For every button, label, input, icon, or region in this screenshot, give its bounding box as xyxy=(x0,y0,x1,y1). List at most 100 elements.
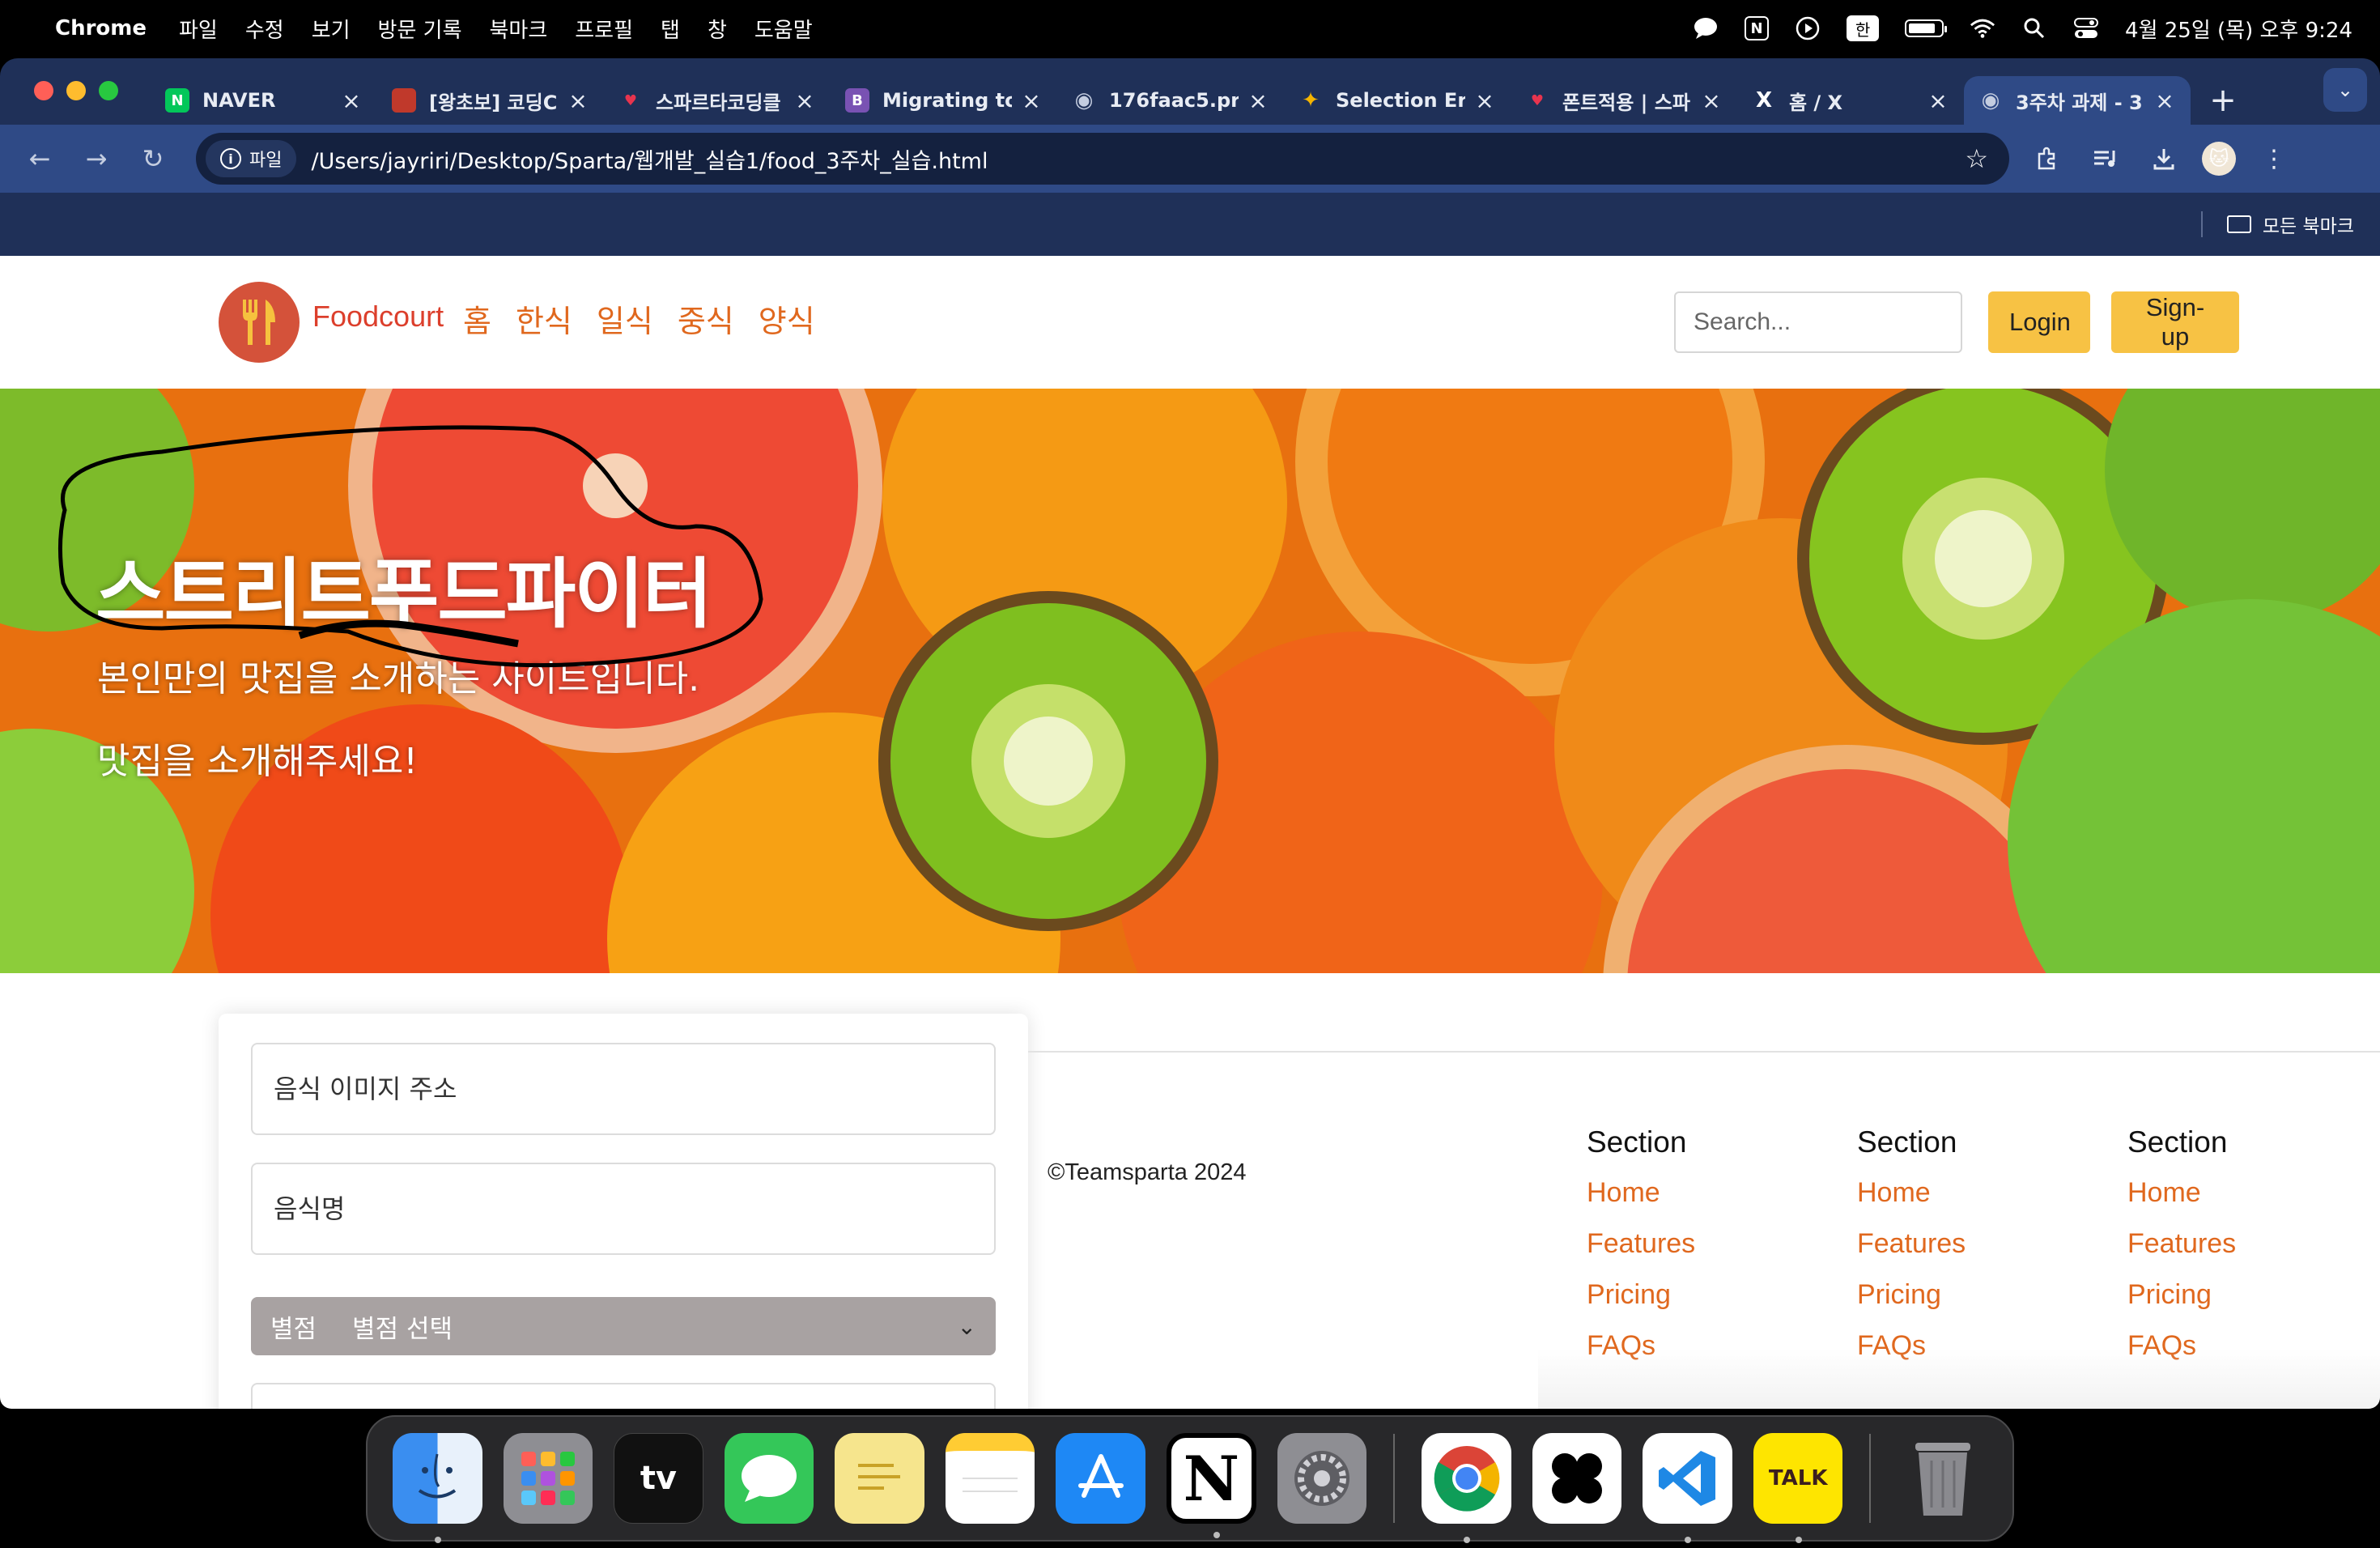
tab-title: Selection Er xyxy=(1336,89,1465,112)
signup-button[interactable]: Sign-up xyxy=(2111,291,2239,353)
tab-x-home[interactable]: X 홈 / X × xyxy=(1737,76,1964,125)
kebab-menu-icon[interactable]: ⋮ xyxy=(2254,138,2294,179)
comment-input[interactable] xyxy=(251,1383,996,1409)
tab-176faac5[interactable]: ◉ 176faac5.pr × xyxy=(1057,76,1284,125)
notion-status-icon[interactable]: N xyxy=(1745,16,1770,40)
zoom-window-button[interactable] xyxy=(99,81,118,100)
nav-korean[interactable]: 한식 xyxy=(516,296,572,341)
forward-arrow-icon[interactable]: → xyxy=(76,138,117,179)
chat-bubble-icon[interactable] xyxy=(1693,15,1719,41)
footer-link-features[interactable]: Features xyxy=(2127,1228,2236,1260)
vscode-icon[interactable] xyxy=(1643,1433,1732,1543)
site-info-chip[interactable]: i 파일 xyxy=(206,140,297,177)
control-center-icon[interactable] xyxy=(2073,15,2099,41)
fork-knife-logo-icon[interactable] xyxy=(219,282,300,363)
tab-font[interactable]: ♥ 폰트적용 | 스파 × xyxy=(1511,76,1737,125)
menu-view[interactable]: 보기 xyxy=(312,14,351,44)
footer-link-features[interactable]: Features xyxy=(1587,1228,1695,1260)
close-tab-icon[interactable]: × xyxy=(1700,87,1723,114)
finder-icon[interactable] xyxy=(393,1433,482,1543)
play-circle-icon[interactable] xyxy=(1795,15,1821,41)
naver-favicon-icon: N xyxy=(165,88,189,113)
all-bookmarks-button[interactable]: 모든 북마크 xyxy=(2263,211,2354,238)
new-tab-plus-icon[interactable]: + xyxy=(2199,76,2247,125)
minimize-window-button[interactable] xyxy=(66,81,86,100)
close-tab-icon[interactable]: × xyxy=(1247,87,1269,114)
tab-naver[interactable]: N NAVER × xyxy=(151,76,377,125)
back-arrow-icon[interactable]: ← xyxy=(19,138,60,179)
download-icon[interactable] xyxy=(2144,138,2184,179)
nav-home[interactable]: 홈 xyxy=(463,296,491,341)
window-controls xyxy=(34,81,118,100)
footer-link-home[interactable]: Home xyxy=(1857,1177,1966,1209)
footer-link-pricing[interactable]: Pricing xyxy=(1857,1279,1966,1311)
notes-icon[interactable] xyxy=(945,1433,1035,1524)
close-tab-icon[interactable]: × xyxy=(1020,87,1043,114)
menu-window[interactable]: 창 xyxy=(708,14,727,44)
wifi-icon[interactable] xyxy=(1970,15,1995,41)
food-image-url-input[interactable] xyxy=(251,1043,996,1135)
footer-link-pricing[interactable]: Pricing xyxy=(2127,1279,2236,1311)
reload-icon[interactable]: ↻ xyxy=(133,138,173,179)
chrome-icon[interactable] xyxy=(1422,1433,1511,1543)
menubar-datetime[interactable]: 4월 25일 (목) 오후 9:24 xyxy=(2125,14,2352,44)
menu-tab[interactable]: 탭 xyxy=(661,14,680,44)
close-tab-icon[interactable]: × xyxy=(793,87,816,114)
close-window-button[interactable] xyxy=(34,81,53,100)
system-settings-icon[interactable] xyxy=(1277,1433,1367,1524)
tab-title: Migrating to xyxy=(882,89,1012,112)
messages-icon[interactable] xyxy=(724,1433,814,1524)
reading-list-icon[interactable] xyxy=(2085,138,2126,179)
nav-japanese[interactable]: 일식 xyxy=(597,296,653,341)
profile-avatar-icon[interactable]: 🐱 xyxy=(2202,142,2236,176)
food-name-input[interactable] xyxy=(251,1163,996,1255)
close-tab-icon[interactable]: × xyxy=(340,87,363,114)
close-tab-icon[interactable]: × xyxy=(1927,87,1949,114)
menu-help[interactable]: 도움말 xyxy=(754,14,813,44)
menu-bookmarks[interactable]: 북마크 xyxy=(490,14,548,44)
login-button[interactable]: Login xyxy=(1988,291,2090,353)
menu-file[interactable]: 파일 xyxy=(179,14,218,44)
menu-profiles[interactable]: 프로필 xyxy=(575,14,633,44)
tab-coding-book[interactable]: [왕초보] 코딩C × xyxy=(377,76,604,125)
input-source-icon[interactable]: 한 xyxy=(1847,15,1880,41)
trash-icon[interactable] xyxy=(1898,1433,1987,1524)
kakaotalk-icon[interactable]: TALK xyxy=(1753,1433,1843,1543)
close-tab-icon[interactable]: × xyxy=(567,87,589,114)
launchpad-icon[interactable] xyxy=(503,1433,593,1524)
nav-chinese[interactable]: 중식 xyxy=(678,296,734,341)
footer-section-title: Section xyxy=(2127,1125,2228,1159)
notion-icon[interactable]: N xyxy=(1166,1433,1256,1538)
spotlight-search-icon[interactable] xyxy=(2021,15,2047,41)
battery-icon[interactable] xyxy=(1905,19,1948,37)
footer-link-home[interactable]: Home xyxy=(2127,1177,2236,1209)
tab-bootstrap[interactable]: B Migrating to × xyxy=(831,76,1057,125)
menu-app-name[interactable]: Chrome xyxy=(55,16,147,40)
footer-link-home[interactable]: Home xyxy=(1587,1177,1695,1209)
kakaotalk-label: TALK xyxy=(1768,1466,1828,1491)
app-store-icon[interactable] xyxy=(1056,1433,1145,1524)
extensions-puzzle-icon[interactable] xyxy=(2027,138,2068,179)
tab-selection[interactable]: ✦ Selection Er × xyxy=(1284,76,1511,125)
tab-spartacoding[interactable]: ♥ 스파르타코딩클 × xyxy=(604,76,831,125)
capcut-icon[interactable] xyxy=(1532,1433,1622,1524)
search-input[interactable] xyxy=(1674,291,1962,353)
close-tab-icon[interactable]: × xyxy=(1473,87,1496,114)
url-text[interactable]: /Users/jayriri/Desktop/Sparta/웹개발_실습1/fo… xyxy=(311,143,1965,175)
menu-history[interactable]: 방문 기록 xyxy=(378,14,462,44)
address-bar[interactable]: i 파일 /Users/jayriri/Desktop/Sparta/웹개발_실… xyxy=(196,133,2009,185)
footer-link-features[interactable]: Features xyxy=(1857,1228,1966,1260)
menu-edit[interactable]: 수정 xyxy=(245,14,284,44)
rating-select[interactable]: 별점 별점 선택 ⌄ xyxy=(251,1297,996,1355)
nav-western[interactable]: 양식 xyxy=(759,296,815,341)
brand-name[interactable]: Foodcourt xyxy=(312,300,444,334)
close-tab-icon[interactable]: × xyxy=(2153,87,2176,114)
main-nav: 홈 한식 일식 중식 양식 xyxy=(463,296,815,341)
footer-link-pricing[interactable]: Pricing xyxy=(1587,1279,1695,1311)
stickies-icon[interactable] xyxy=(835,1433,924,1524)
chevron-down-icon: ⌄ xyxy=(957,1312,976,1340)
tab-search-chevron-icon[interactable]: ⌄ xyxy=(2323,68,2367,112)
apple-tv-icon[interactable]: tv xyxy=(614,1433,703,1524)
bookmark-star-icon[interactable]: ☆ xyxy=(1965,143,1988,174)
tab-active-assignment[interactable]: ◉ 3주차 과제 - 3 × xyxy=(1964,76,2191,125)
